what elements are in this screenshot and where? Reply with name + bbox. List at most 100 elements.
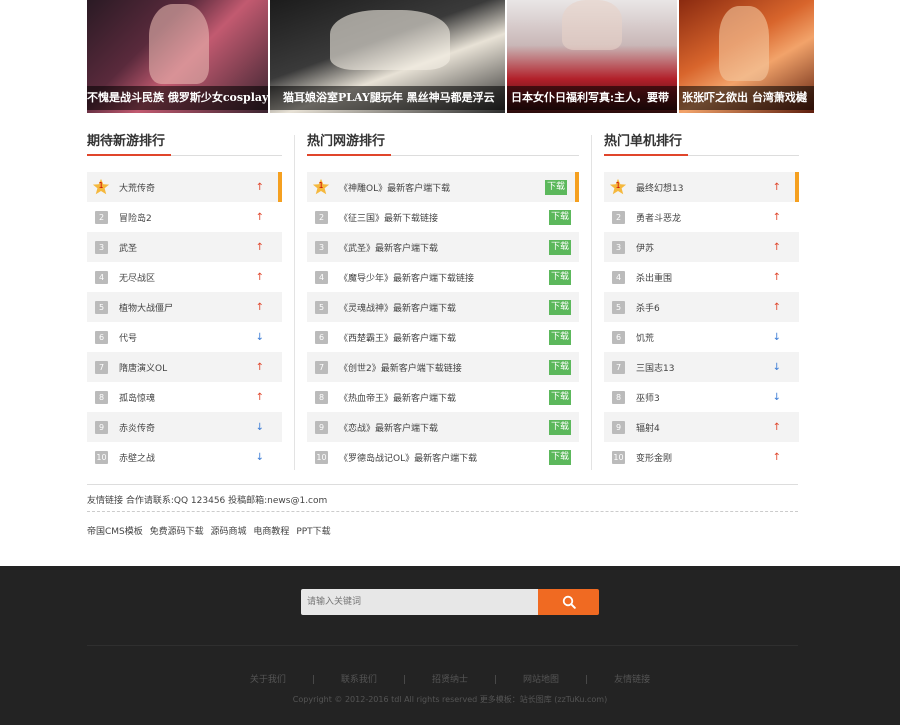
list-item[interactable]: 5 《灵魂战神》最新客户端下载 下载 bbox=[307, 292, 579, 322]
game-name[interactable]: 植物大战僵尸 bbox=[119, 301, 173, 314]
list-item[interactable]: 5 植物大战僵尸 ↑ bbox=[87, 292, 282, 322]
list-item[interactable]: 1 《神雕OL》最新客户端下载 下载 bbox=[307, 172, 579, 202]
search-button[interactable] bbox=[538, 589, 599, 615]
game-name[interactable]: 最终幻想13 bbox=[636, 181, 683, 194]
search-input[interactable] bbox=[301, 589, 538, 615]
list-item[interactable]: 3 伊苏 ↑ bbox=[604, 232, 799, 262]
featured-image-3[interactable]: 日本女仆日福利写真:主人，要带 bbox=[507, 0, 677, 113]
list-item[interactable]: 6 代号 ↓ bbox=[87, 322, 282, 352]
game-name[interactable]: 伊苏 bbox=[636, 241, 654, 254]
friendly-link[interactable]: 免费源码下载 bbox=[150, 527, 204, 537]
download-button[interactable]: 下载 bbox=[549, 209, 571, 225]
download-button[interactable]: 下载 bbox=[549, 299, 571, 315]
trend-up-icon: ↑ bbox=[772, 271, 781, 283]
list-item[interactable]: 7 三国志13 ↓ bbox=[604, 352, 799, 382]
featured-caption-4[interactable]: 张张吓之欲出 台湾萧戏樾 bbox=[679, 86, 814, 110]
list-item[interactable]: 7 《创世2》最新客户端下载链接 下载 bbox=[307, 352, 579, 382]
game-name[interactable]: 《恋战》最新客户端下载 bbox=[339, 421, 438, 434]
footer-link-friends[interactable]: 友情链接 bbox=[614, 675, 650, 685]
list-item[interactable]: 4 《魔导少年》最新客户端下载链接 下载 bbox=[307, 262, 579, 292]
trend-down-icon: ↓ bbox=[772, 391, 781, 403]
list-item[interactable]: 8 《热血帝王》最新客户端下载 下载 bbox=[307, 382, 579, 412]
list-item[interactable]: 3 武圣 ↑ bbox=[87, 232, 282, 262]
download-button[interactable]: 下载 bbox=[549, 269, 571, 285]
list-item[interactable]: 4 无尽战区 ↑ bbox=[87, 262, 282, 292]
list-item[interactable]: 10 变形金刚 ↑ bbox=[604, 442, 799, 472]
game-name[interactable]: 《魔导少年》最新客户端下载链接 bbox=[339, 271, 474, 284]
game-name[interactable]: 《西楚霸王》最新客户端下载 bbox=[339, 331, 456, 344]
game-name[interactable]: 《神雕OL》最新客户端下载 bbox=[339, 181, 450, 194]
list-item[interactable]: 6 饥荒 ↓ bbox=[604, 322, 799, 352]
game-name[interactable]: 隋唐演义OL bbox=[119, 361, 167, 374]
game-name[interactable]: 孤岛惊魂 bbox=[119, 391, 155, 404]
game-name[interactable]: 无尽战区 bbox=[119, 271, 155, 284]
rank-number: 3 bbox=[612, 240, 625, 254]
game-name[interactable]: 《武圣》最新客户端下载 bbox=[339, 241, 438, 254]
footer-link-jobs[interactable]: 招贤纳士 bbox=[432, 675, 468, 685]
game-name[interactable]: 赤壁之战 bbox=[119, 451, 155, 464]
list-item[interactable]: 9 辐射4 ↑ bbox=[604, 412, 799, 442]
rank-number: 7 bbox=[315, 360, 328, 374]
download-button[interactable]: 下载 bbox=[549, 449, 571, 465]
list-item[interactable]: 5 杀手6 ↑ bbox=[604, 292, 799, 322]
game-name[interactable]: 辐射4 bbox=[636, 421, 660, 434]
friendly-link[interactable]: PPT下载 bbox=[296, 527, 330, 537]
list-item[interactable]: 8 孤岛惊魂 ↑ bbox=[87, 382, 282, 412]
list-item[interactable]: 2 《征三国》最新下载链接 下载 bbox=[307, 202, 579, 232]
list-item[interactable]: 6 《西楚霸王》最新客户端下载 下载 bbox=[307, 322, 579, 352]
list-item[interactable]: 2 冒险岛2 ↑ bbox=[87, 202, 282, 232]
game-name[interactable]: 武圣 bbox=[119, 241, 137, 254]
game-name[interactable]: 代号 bbox=[119, 331, 137, 344]
game-name[interactable]: 三国志13 bbox=[636, 361, 674, 374]
list-item[interactable]: 10 《罗德岛战记OL》最新客户端下载 下载 bbox=[307, 442, 579, 472]
game-name[interactable]: 《热血帝王》最新客户端下载 bbox=[339, 391, 456, 404]
list-item[interactable]: 3 《武圣》最新客户端下载 下载 bbox=[307, 232, 579, 262]
list-item[interactable]: 10 赤壁之战 ↓ bbox=[87, 442, 282, 472]
trend-up-icon: ↑ bbox=[255, 241, 264, 253]
download-button[interactable]: 下载 bbox=[549, 419, 571, 435]
download-button[interactable]: 下载 bbox=[549, 359, 571, 375]
list-item[interactable]: 1 大荒传奇 ↑ bbox=[87, 172, 282, 202]
featured-image-2[interactable]: 猫耳娘浴室PLAY腿玩年 黑丝神马都是浮云 bbox=[270, 0, 505, 113]
list-item[interactable]: 2 勇者斗恶龙 ↑ bbox=[604, 202, 799, 232]
featured-image-1[interactable]: 不愧是战斗民族 俄罗斯少女cosplay bbox=[87, 0, 268, 113]
game-name[interactable]: 《罗德岛战记OL》最新客户端下载 bbox=[339, 451, 477, 464]
featured-caption-2[interactable]: 猫耳娘浴室PLAY腿玩年 黑丝神马都是浮云 bbox=[270, 86, 505, 110]
list-item[interactable]: 4 杀出重围 ↑ bbox=[604, 262, 799, 292]
friendly-link[interactable]: 电商教程 bbox=[253, 527, 289, 537]
trend-down-icon: ↓ bbox=[255, 421, 264, 433]
list-item[interactable]: 9 《恋战》最新客户端下载 下载 bbox=[307, 412, 579, 442]
footer-link-about[interactable]: 关于我们 bbox=[250, 675, 286, 685]
game-name[interactable]: 《征三国》最新下载链接 bbox=[339, 211, 438, 224]
game-name[interactable]: 大荒传奇 bbox=[119, 181, 155, 194]
footer-link-sitemap[interactable]: 网站地图 bbox=[523, 675, 559, 685]
download-button[interactable]: 下载 bbox=[545, 179, 567, 195]
list-item[interactable]: 8 巫师3 ↓ bbox=[604, 382, 799, 412]
game-name[interactable]: 赤炎传奇 bbox=[119, 421, 155, 434]
game-name[interactable]: 杀出重围 bbox=[636, 271, 672, 284]
friendly-links: 友情链接 合作请联系:QQ 123456 投稿邮箱:news@1.com 帝国C… bbox=[87, 484, 798, 537]
game-name[interactable]: 勇者斗恶龙 bbox=[636, 211, 681, 224]
featured-caption-3[interactable]: 日本女仆日福利写真:主人，要带 bbox=[507, 86, 677, 110]
footer-divider bbox=[87, 645, 798, 646]
featured-caption-1[interactable]: 不愧是战斗民族 俄罗斯少女cosplay bbox=[87, 86, 268, 110]
game-name[interactable]: 杀手6 bbox=[636, 301, 660, 314]
list-item[interactable]: 9 赤炎传奇 ↓ bbox=[87, 412, 282, 442]
download-button[interactable]: 下载 bbox=[549, 239, 571, 255]
footer-nav: 关于我们 | 联系我们 | 招贤纳士 | 网站地图 | 友情链接 bbox=[249, 675, 651, 685]
list-item[interactable]: 7 隋唐演义OL ↑ bbox=[87, 352, 282, 382]
featured-image-4[interactable]: 张张吓之欲出 台湾萧戏樾 bbox=[679, 0, 814, 113]
friendly-links-list: 帝国CMS模板 免费源码下载 源码商城 电商教程 PPT下载 bbox=[87, 524, 798, 537]
download-button[interactable]: 下载 bbox=[549, 389, 571, 405]
game-name[interactable]: 《创世2》最新客户端下载链接 bbox=[339, 361, 462, 374]
game-name[interactable]: 变形金刚 bbox=[636, 451, 672, 464]
game-name[interactable]: 冒险岛2 bbox=[119, 211, 152, 224]
game-name[interactable]: 巫师3 bbox=[636, 391, 660, 404]
game-name[interactable]: 《灵魂战神》最新客户端下载 bbox=[339, 301, 456, 314]
game-name[interactable]: 饥荒 bbox=[636, 331, 654, 344]
footer-link-contact[interactable]: 联系我们 bbox=[341, 675, 377, 685]
list-item[interactable]: 1 最终幻想13 ↑ bbox=[604, 172, 799, 202]
download-button[interactable]: 下载 bbox=[549, 329, 571, 345]
friendly-link[interactable]: 源码商城 bbox=[211, 527, 247, 537]
friendly-link[interactable]: 帝国CMS模板 bbox=[87, 527, 143, 537]
